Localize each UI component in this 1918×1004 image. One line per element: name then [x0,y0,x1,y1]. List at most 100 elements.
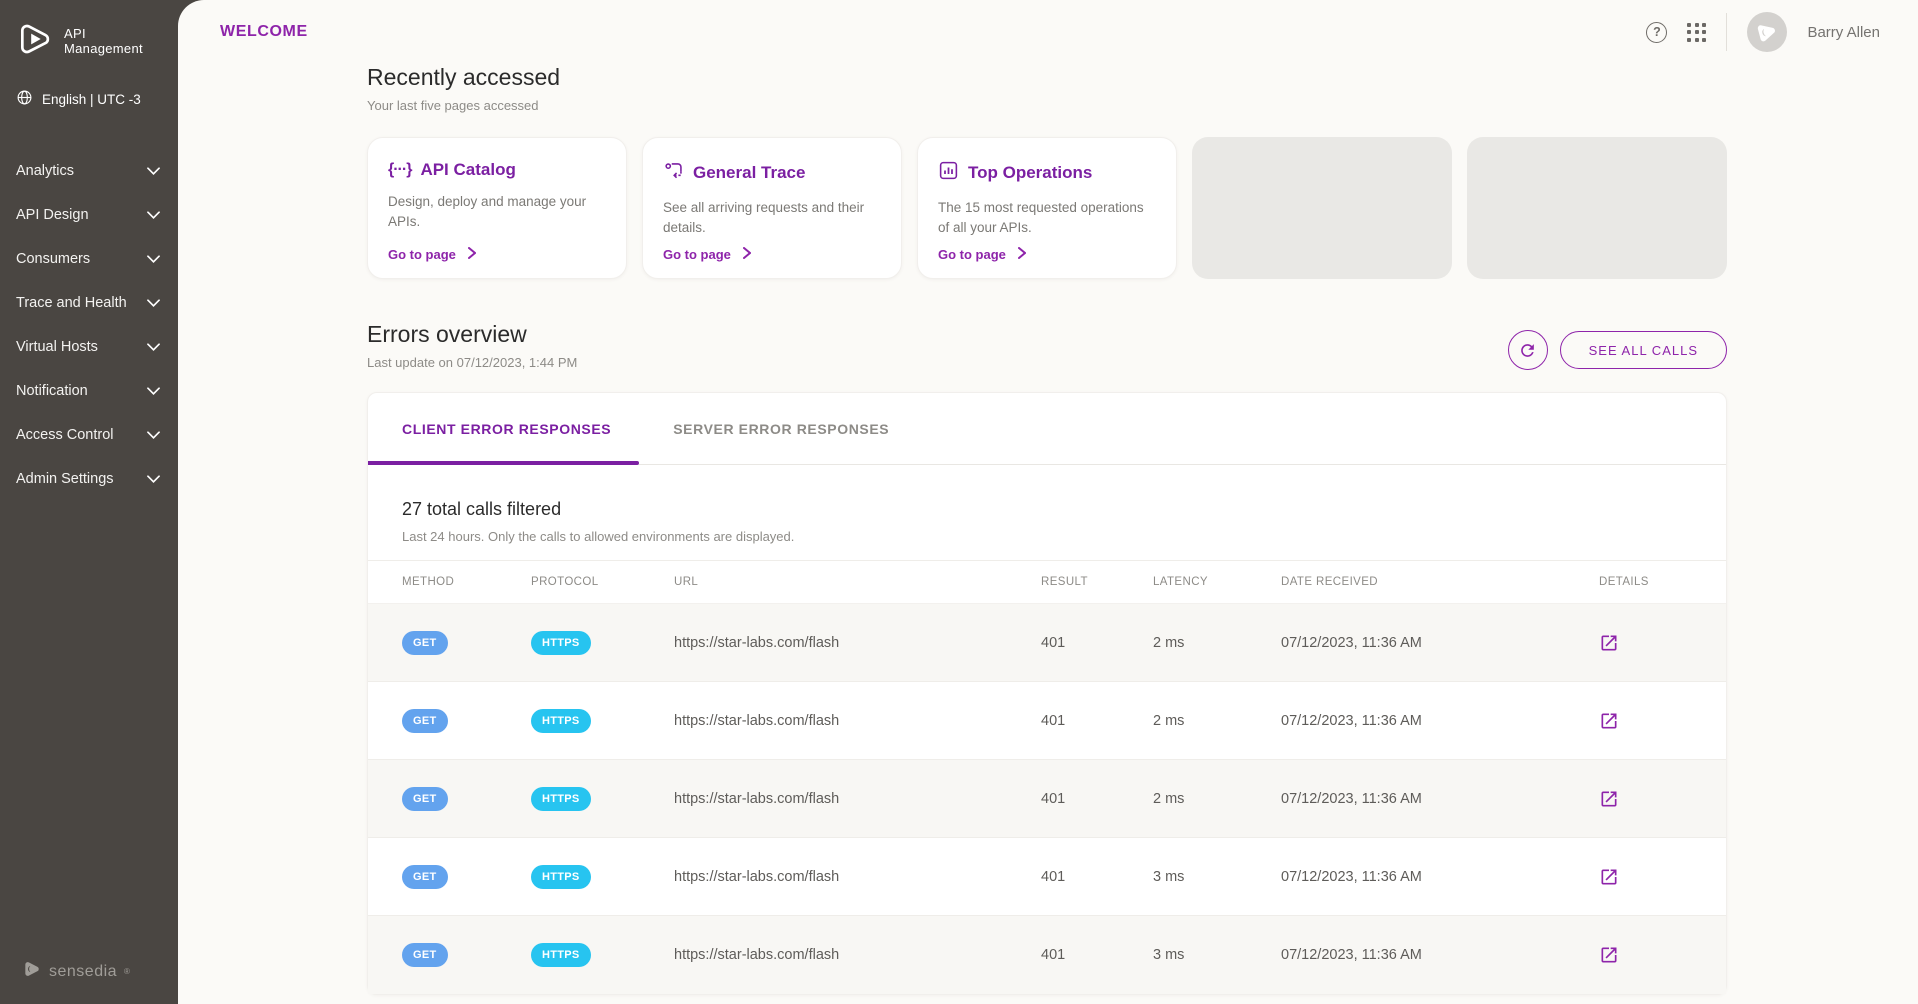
brand-play-icon [16,20,54,63]
go-to-page-link[interactable]: Go to page [388,247,606,262]
sidebar-item-label: API Design [16,207,89,223]
sidebar-item-label: Access Control [16,427,114,443]
page-title: WELCOME [220,23,308,41]
url-cell: https://star-labs.com/flash [640,682,1007,760]
result-cell: 401 [1007,760,1119,838]
go-to-page-link[interactable]: Go to page [938,247,1156,262]
error-tabs: CLIENT ERROR RESPONSES SERVER ERROR RESP… [368,393,1726,465]
result-cell: 401 [1007,682,1119,760]
result-cell: 401 [1007,604,1119,682]
errors-overview-title: Errors overview [367,321,577,348]
url-cell: https://star-labs.com/flash [640,604,1007,682]
tab-client-error-responses[interactable]: CLIENT ERROR RESPONSES [368,393,639,464]
open-details-button[interactable] [1599,711,1619,731]
sidebar-item[interactable]: Consumers [0,237,178,281]
card-top-operations[interactable]: Top Operations The 15 most requested ope… [917,137,1177,279]
refresh-button[interactable] [1508,330,1548,370]
sidebar-item[interactable]: Trace and Health [0,281,178,325]
sidebar-item-label: Virtual Hosts [16,339,98,355]
main-panel: WELCOME ? Barry Allen [178,0,1918,1004]
error-calls-table: METHOD PROTOCOL URL RESULT LATENCY DATE … [368,560,1726,994]
protocol-badge: HTTPS [531,865,591,889]
errors-overview-section: Errors overview Last update on 07/12/202… [367,321,1727,995]
date-received-cell: 07/12/2023, 11:36 AM [1247,838,1565,916]
sidebar-item-label: Trace and Health [16,295,127,311]
sidebar-item[interactable]: Virtual Hosts [0,325,178,369]
sidebar-item[interactable]: Admin Settings [0,457,178,501]
table-row: GET HTTPS https://star-labs.com/flash 40… [368,916,1726,994]
table-row: GET HTTPS https://star-labs.com/flash 40… [368,838,1726,916]
column-header: RESULT [1007,561,1119,604]
help-button[interactable]: ? [1646,22,1667,43]
card-general-trace[interactable]: General Trace See all arriving requests … [642,137,902,279]
content: Recently accessed Your last five pages a… [367,64,1727,995]
column-header: URL [640,561,1007,604]
chevron-down-icon [147,251,160,267]
table-header: METHOD PROTOCOL URL RESULT LATENCY DATE … [368,561,1726,604]
open-in-new-icon [1599,945,1619,965]
date-received-cell: 07/12/2023, 11:36 AM [1247,916,1565,994]
recently-accessed-title: Recently accessed [367,64,1727,91]
sidebar-item-label: Admin Settings [16,471,114,487]
date-received-cell: 07/12/2023, 11:36 AM [1247,682,1565,760]
latency-cell: 2 ms [1119,682,1247,760]
open-in-new-icon [1599,867,1619,887]
column-header: PROTOCOL [497,561,640,604]
column-header: METHOD [368,561,497,604]
table-row: GET HTTPS https://star-labs.com/flash 40… [368,604,1726,682]
open-details-button[interactable] [1599,945,1619,965]
apps-menu-button[interactable] [1687,23,1706,42]
chevron-down-icon [147,339,160,355]
latency-cell: 2 ms [1119,760,1247,838]
open-details-button[interactable] [1599,789,1619,809]
sidebar: API Management English | UTC -3 Analytic… [0,0,178,1004]
tab-server-error-responses[interactable]: SERVER ERROR RESPONSES [639,393,917,464]
sidebar-item-label: Analytics [16,163,74,179]
card-api-catalog[interactable]: {···} API Catalog Design, deploy and man… [367,137,627,279]
errors-table-card: CLIENT ERROR RESPONSES SERVER ERROR RESP… [367,392,1727,995]
method-badge: GET [402,943,448,967]
see-all-calls-button[interactable]: SEE ALL CALLS [1560,331,1727,369]
open-details-button[interactable] [1599,633,1619,653]
chevron-right-icon [743,247,751,262]
protocol-badge: HTTPS [531,943,591,967]
topbar-actions: ? Barry Allen [1646,12,1880,52]
url-cell: https://star-labs.com/flash [640,760,1007,838]
chevron-right-icon [468,247,476,262]
protocol-badge: HTTPS [531,631,591,655]
go-to-page-link[interactable]: Go to page [663,247,881,262]
card-description: Design, deploy and manage your APIs. [388,192,606,247]
date-received-cell: 07/12/2023, 11:36 AM [1247,604,1565,682]
language-selector[interactable]: English | UTC -3 [0,73,178,125]
sidebar-item[interactable]: Analytics [0,149,178,193]
card-title: Top Operations [968,163,1092,183]
chevron-down-icon [147,383,160,399]
user-name: Barry Allen [1807,24,1880,41]
last-update-text: Last update on 07/12/2023, 1:44 PM [367,355,577,370]
chevron-down-icon [147,207,160,223]
url-cell: https://star-labs.com/flash [640,838,1007,916]
avatar[interactable] [1747,12,1787,52]
column-header: LATENCY [1119,561,1247,604]
card-description: See all arriving requests and their deta… [663,198,881,247]
open-details-button[interactable] [1599,867,1619,887]
table-body: GET HTTPS https://star-labs.com/flash 40… [368,604,1726,994]
open-in-new-icon [1599,711,1619,731]
language-label: English | UTC -3 [42,92,141,107]
result-cell: 401 [1007,838,1119,916]
sidebar-item[interactable]: Access Control [0,413,178,457]
protocol-badge: HTTPS [531,787,591,811]
apps-grid-icon [1687,23,1706,42]
method-badge: GET [402,631,448,655]
sidebar-nav: Analytics API Design [0,149,178,501]
calls-filtered-note: Last 24 hours. Only the calls to allowed… [402,529,1692,544]
sidebar-item[interactable]: API Design [0,193,178,237]
latency-cell: 2 ms [1119,604,1247,682]
chevron-down-icon [147,471,160,487]
app-logo[interactable]: API Management [0,0,178,73]
bar-chart-icon [938,160,959,186]
chevron-down-icon [147,295,160,311]
sidebar-item[interactable]: Notification [0,369,178,413]
open-in-new-icon [1599,633,1619,653]
date-received-cell: 07/12/2023, 11:36 AM [1247,760,1565,838]
